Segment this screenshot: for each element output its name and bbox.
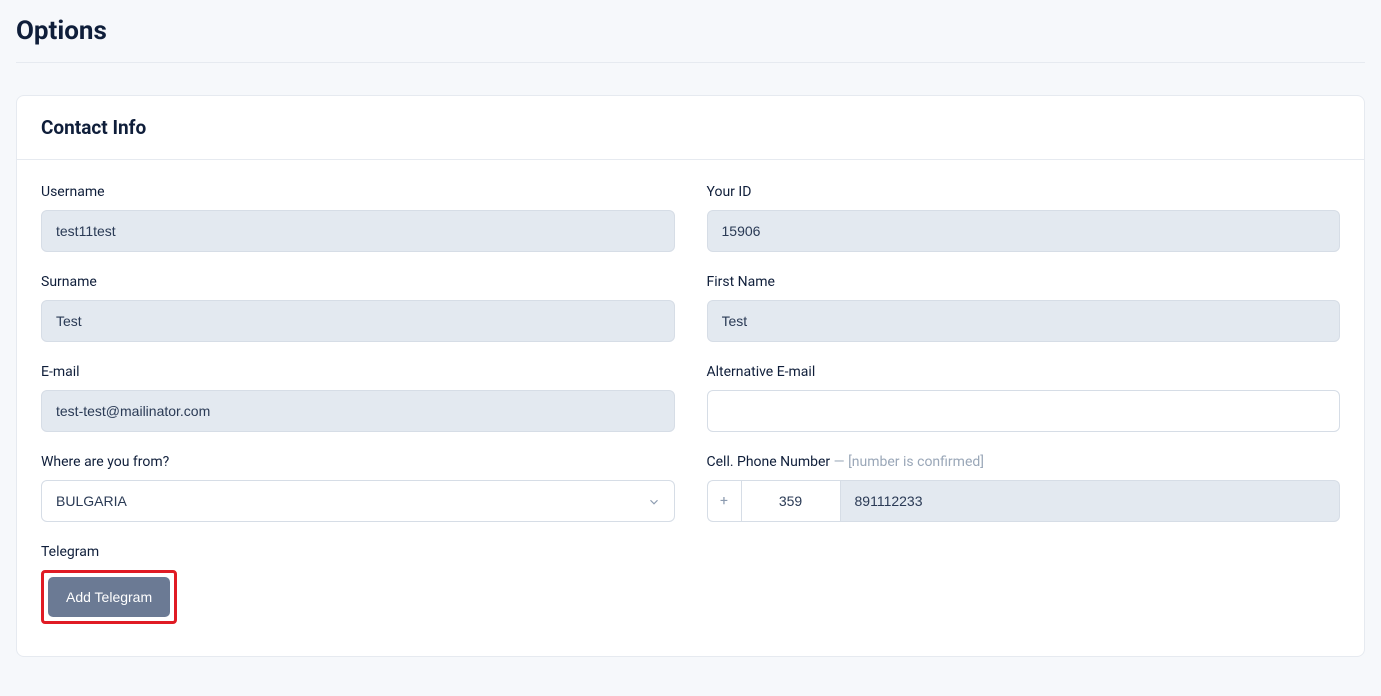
cell-phone-group: Cell. Phone Number — [number is confirme… bbox=[707, 454, 1341, 522]
username-label: Username bbox=[41, 184, 675, 200]
your-id-label: Your ID bbox=[707, 184, 1341, 200]
add-telegram-button[interactable]: Add Telegram bbox=[48, 577, 170, 617]
where-from-group: Where are you from? BULGARIA bbox=[41, 454, 675, 522]
phone-plus-prefix: + bbox=[707, 480, 741, 522]
country-select-wrapper: BULGARIA bbox=[41, 480, 675, 522]
alt-email-input[interactable] bbox=[707, 390, 1341, 432]
where-from-label: Where are you from? bbox=[41, 454, 675, 470]
cell-phone-hint: — [number is confirmed] bbox=[834, 454, 984, 470]
email-input[interactable] bbox=[41, 390, 675, 432]
cell-phone-label-text: Cell. Phone Number bbox=[707, 454, 831, 470]
surname-label: Surname bbox=[41, 274, 675, 290]
your-id-group: Your ID bbox=[707, 184, 1341, 252]
phone-code-input[interactable] bbox=[741, 480, 841, 522]
country-select[interactable]: BULGARIA bbox=[41, 480, 675, 522]
username-input[interactable] bbox=[41, 210, 675, 252]
contact-info-card: Contact Info Username Your ID Surname Fi… bbox=[16, 95, 1365, 657]
first-name-group: First Name bbox=[707, 274, 1341, 342]
surname-group: Surname bbox=[41, 274, 675, 342]
card-body: Username Your ID Surname First Name E-ma… bbox=[17, 160, 1364, 656]
card-header: Contact Info bbox=[17, 96, 1364, 160]
phone-input-group: + bbox=[707, 480, 1341, 522]
empty-cell bbox=[707, 544, 1341, 624]
email-group: E-mail bbox=[41, 364, 675, 432]
first-name-label: First Name bbox=[707, 274, 1341, 290]
highlight-box: Add Telegram bbox=[41, 570, 177, 624]
page-title: Options bbox=[16, 16, 1365, 46]
surname-input[interactable] bbox=[41, 300, 675, 342]
cell-phone-label: Cell. Phone Number — [number is confirme… bbox=[707, 454, 1341, 470]
telegram-group: Telegram Add Telegram bbox=[41, 544, 675, 624]
divider bbox=[16, 62, 1365, 63]
telegram-label: Telegram bbox=[41, 544, 675, 560]
card-title: Contact Info bbox=[41, 116, 1340, 139]
alt-email-group: Alternative E-mail bbox=[707, 364, 1341, 432]
first-name-input[interactable] bbox=[707, 300, 1341, 342]
email-label: E-mail bbox=[41, 364, 675, 380]
phone-number-input[interactable] bbox=[841, 480, 1341, 522]
your-id-input[interactable] bbox=[707, 210, 1341, 252]
alt-email-label: Alternative E-mail bbox=[707, 364, 1341, 380]
username-group: Username bbox=[41, 184, 675, 252]
